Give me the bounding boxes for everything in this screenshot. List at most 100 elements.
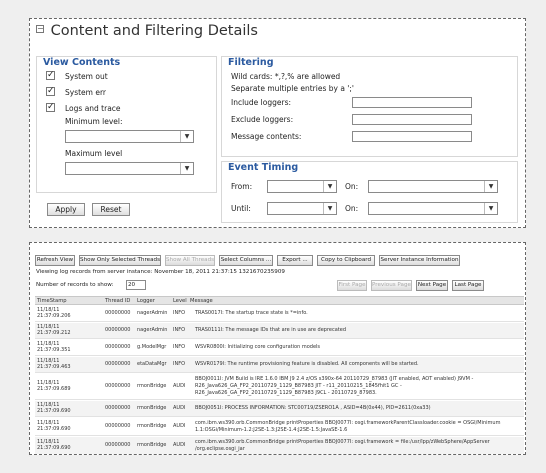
row-logger: rmonBridge [137,383,167,389]
table-row[interactable]: 11/18/11 21:37:09.690 00000000 rmonBridg… [35,437,524,454]
chevron-down-icon: ▼ [180,163,193,174]
col-message[interactable]: Message [190,298,213,304]
chevron-down-icon: ▼ [180,131,193,142]
table-row[interactable]: 11/18/11 21:37:09.690 00000000 rmonBridg… [35,418,524,436]
row-thread[interactable]: 00000000 [105,327,130,333]
row-level: INFO [173,327,186,333]
row-time: 21:37:09.351 [37,347,71,353]
message-text: : osgi.frameworkParentClassloader.cookie… [351,420,501,426]
max-level-select[interactable]: ▼ [65,162,194,175]
row-level: AUDI [173,423,186,429]
show-selected-threads-button[interactable]: Show Only Selected Threads [79,255,161,266]
records-label: Number of records to show: [36,282,114,288]
panel-title: − Content and Filtering Details [36,23,258,39]
records-input[interactable]: 20 [126,280,146,290]
row-thread[interactable]: 00000000 [105,344,130,350]
exclude-loggers-input[interactable] [352,114,472,125]
apply-button[interactable]: Apply [47,203,85,216]
min-level-select[interactable]: ▼ [65,130,194,143]
panel-title-text: Content and Filtering Details [50,23,258,39]
until-date-select[interactable]: ▼ [368,202,498,215]
from-on-label: On: [345,182,359,191]
row-message: WSVR0179I: The runtime provisioning feat… [195,361,419,367]
next-page-button[interactable]: Next Page [416,280,448,291]
row-time: 21:37:09.212 [37,330,71,336]
row-message-line2: 1.1:OSGi/Minimum-1.2:J2SE-1.3:J2SE-1.4:J… [195,427,348,433]
server-instance-info-button[interactable]: Server Instance Information [379,255,460,266]
reset-button[interactable]: Reset [92,203,130,216]
row-thread[interactable]: 00000000 [105,383,130,389]
from-date-select[interactable]: ▼ [368,180,498,193]
message-prefix: com.ibm.ws390.orb.CommonBridge printProp… [195,420,326,426]
message-id-link[interactable]: WSVR0800I [195,344,224,350]
table-row[interactable]: 11/18/11 21:37:09.351 00000000 g.ModelMg… [35,340,524,356]
col-logger[interactable]: Logger [137,298,155,304]
row-thread[interactable]: 00000000 [105,361,130,367]
last-page-button[interactable]: Last Page [452,280,484,291]
row-message: WSVR0800I: Initializing core configurati… [195,344,320,350]
max-level-label: Maximum level [65,149,123,158]
until-label: Until: [231,204,251,213]
col-thread-id[interactable]: Thread ID [105,298,130,304]
message-text: : JVM Build is IRE 1.6.0 IBM J9 2.4 z/OS… [221,376,474,382]
row-time: 21:37:09.206 [37,313,71,319]
row-level: INFO [173,361,186,367]
min-level-label: Minimum level: [65,117,123,126]
row-message: com.ibm.ws390.orb.CommonBridge printProp… [195,439,490,445]
first-page-button[interactable]: First Page [337,280,367,291]
table-row[interactable]: 11/18/11 21:37:09.206 00000000 nagerAdmi… [35,306,524,322]
table-row[interactable]: 11/18/11 21:37:09.463 00000000 etaDataMg… [35,357,524,373]
row-logger: etaDataMgr [137,361,167,367]
table-row[interactable]: 11/18/11 21:37:09.689 00000000 rmonBridg… [35,374,524,400]
message-id-link[interactable]: WSVR0179I [195,361,224,367]
system-err-checkbox[interactable]: ✓ [46,87,55,96]
records-value: 20 [128,282,136,288]
include-loggers-input[interactable] [352,97,472,108]
col-level[interactable]: Level [173,298,187,304]
message-id-link[interactable]: TRAS0111I [195,327,222,333]
row-level: AUDI [173,405,186,411]
from-label: From: [231,182,253,191]
message-id-link[interactable]: BBOJ0077I [325,420,351,426]
system-out-label: System out [65,72,108,81]
row-time: 21:37:09.690 [37,445,71,451]
row-thread[interactable]: 00000000 [105,423,130,429]
until-time-select[interactable]: ▼ [267,202,337,215]
export-button[interactable]: Export ... [277,255,313,266]
col-timestamp[interactable]: TimeStamp [37,298,67,304]
filtering-title: Filtering [228,57,274,68]
refresh-view-button[interactable]: Refresh View [35,255,75,266]
collapse-icon[interactable]: − [36,25,44,33]
message-id-link[interactable]: BBOJ0011I [195,376,221,382]
system-out-checkbox[interactable]: ✓ [46,71,55,80]
table-row[interactable]: 11/18/11 21:37:09.690 00000000 rmonBridg… [35,401,524,417]
from-time-select[interactable]: ▼ [267,180,337,193]
logs-trace-checkbox[interactable]: ✓ [46,103,55,112]
separate-note: Separate multiple entries by a ';' [231,84,354,93]
log-viewer-panel: Refresh View Show Only Selected Threads … [29,242,526,455]
row-message: TRAS0111I: The message IDs that are in u… [195,327,346,333]
row-logger: g.ModelMgr [137,344,167,350]
message-id-link[interactable]: BBOJ0051I [195,405,221,411]
row-thread[interactable]: 00000000 [105,405,130,411]
row-time: 21:37:09.463 [37,364,71,370]
row-thread[interactable]: 00000000 [105,310,130,316]
table-row[interactable]: 11/18/11 21:37:09.212 00000000 nagerAdmi… [35,323,524,339]
row-logger: rmonBridge [137,442,167,448]
row-level: INFO [173,344,186,350]
content-filtering-panel: − Content and Filtering Details View Con… [29,18,526,228]
select-columns-button[interactable]: Select Columns ... [219,255,273,266]
previous-page-button[interactable]: Previous Page [371,280,412,291]
row-level: INFO [173,310,186,316]
wildcards-note: Wild cards: *,?,% are allowed [231,72,341,81]
row-logger: rmonBridge [137,405,167,411]
show-all-threads-button[interactable]: Show All Threads [165,255,215,266]
message-contents-input[interactable] [352,131,472,142]
row-level: AUDI [173,383,186,389]
system-err-label: System err [65,88,107,97]
message-id-link[interactable]: TRAS0017I [195,310,222,316]
message-id-link[interactable]: BBOJ0077I [325,439,351,445]
row-thread[interactable]: 00000000 [105,442,130,448]
copy-clipboard-button[interactable]: Copy to Clipboard [317,255,375,266]
chevron-down-icon: ▼ [323,181,336,192]
